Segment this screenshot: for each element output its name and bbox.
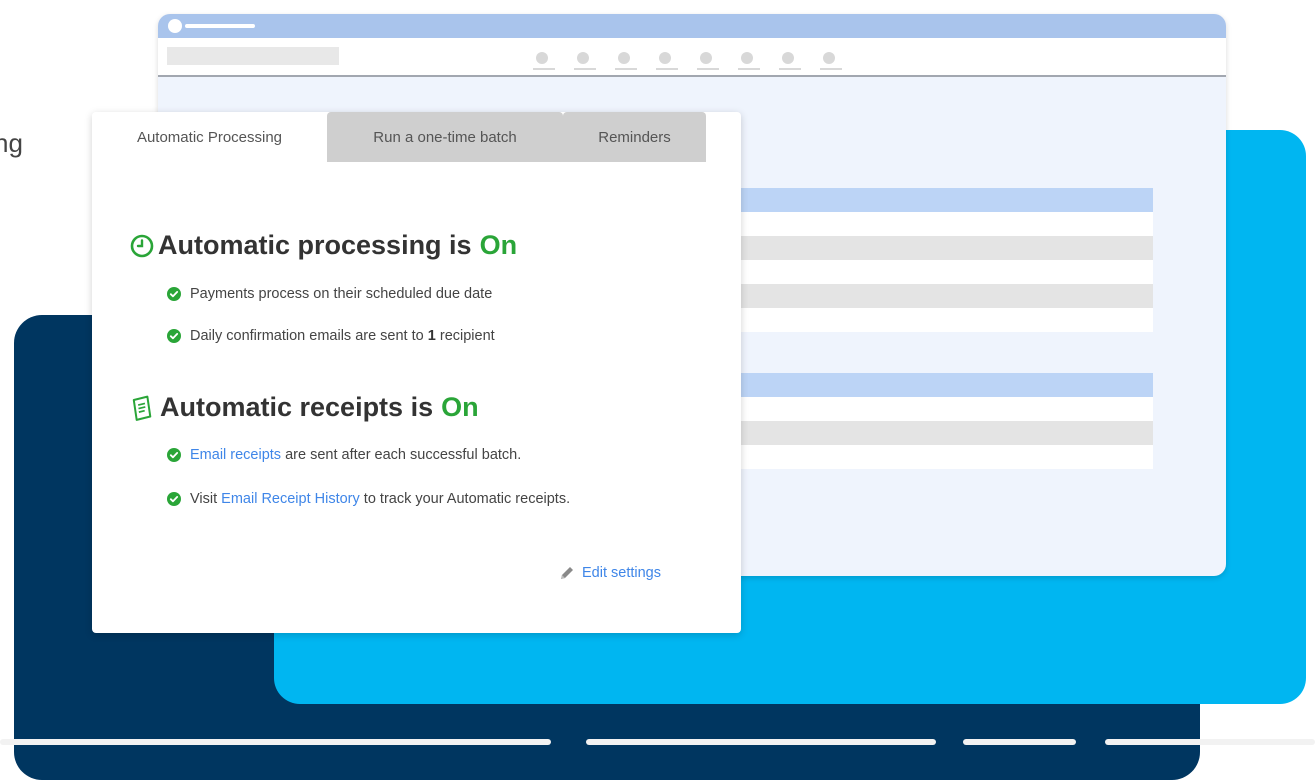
decorative-line: [963, 739, 1076, 745]
list-item: Payments process on their scheduled due …: [167, 286, 492, 302]
item-text: recipient: [439, 328, 495, 344]
receipts-status: On: [441, 392, 479, 422]
table-row: [740, 421, 1153, 445]
pencil-icon: [561, 567, 573, 579]
table-row: [740, 212, 1153, 236]
table-row: [740, 445, 1153, 469]
list-item: Visit Email Receipt History to track you…: [167, 491, 570, 507]
table-row: [740, 284, 1153, 308]
recipient-count: 1: [427, 328, 436, 344]
check-circle-icon: [167, 287, 181, 301]
item-text: to track your Automatic receipts.: [363, 491, 571, 507]
receipts-heading: Automatic receipts is On: [130, 392, 479, 423]
item-text: Daily confirmation emails are sent to: [190, 328, 424, 344]
decorative-line: [0, 739, 551, 745]
receipts-title: Automatic receipts is: [160, 392, 434, 422]
check-circle-icon: [167, 329, 181, 343]
nav-placeholder-item: [738, 52, 760, 72]
background-partial-text: ng: [0, 128, 23, 158]
decorative-line: [586, 739, 936, 745]
table-header-row: [740, 188, 1153, 212]
nav-placeholder-item: [697, 52, 719, 72]
placeholder-table: [740, 188, 1153, 332]
email-receipt-history-link[interactable]: Email Receipt History: [221, 491, 360, 507]
address-bar-placeholder: [167, 47, 339, 65]
item-text: Visit: [190, 491, 218, 507]
window-dot: [168, 19, 182, 33]
item-text: Payments process on their scheduled due …: [190, 286, 493, 302]
list-item: Email receipts are sent after each succe…: [167, 447, 521, 463]
nav-placeholder-item: [656, 52, 678, 72]
edit-settings-link[interactable]: Edit settings: [558, 564, 661, 582]
processing-status: On: [479, 230, 518, 260]
nav-placeholder-items: [533, 52, 842, 72]
processing-title: Automatic processing is: [158, 230, 472, 260]
item-text: are sent after each successful batch.: [285, 447, 522, 463]
table-row: [740, 236, 1153, 260]
nav-placeholder-item: [574, 52, 596, 72]
processing-heading: Automatic processing is On: [130, 230, 517, 261]
table-row: [740, 260, 1153, 284]
email-receipts-link[interactable]: Email receipts: [190, 447, 281, 463]
decorative-line: [1105, 739, 1315, 745]
nav-placeholder-item: [820, 52, 842, 72]
nav-placeholder-item: [533, 52, 555, 72]
table-row: [740, 397, 1153, 421]
browser-titlebar: [158, 14, 1226, 38]
receipt-icon: [130, 395, 156, 421]
placeholder-table: [740, 373, 1153, 469]
window-title-placeholder: [185, 24, 255, 28]
edit-settings-label: Edit settings: [582, 565, 661, 581]
settings-card: Automatic Processing Run a one-time batc…: [92, 112, 741, 633]
list-item: Daily confirmation emails are sent to 1 …: [167, 328, 495, 344]
tab-reminders[interactable]: Reminders: [563, 112, 706, 162]
table-row: [740, 308, 1153, 332]
clock-icon: [130, 234, 154, 258]
tab-run-one-time-batch[interactable]: Run a one-time batch: [327, 112, 563, 162]
check-circle-icon: [167, 448, 181, 462]
nav-placeholder-item: [615, 52, 637, 72]
tab-automatic-processing[interactable]: Automatic Processing: [92, 112, 327, 162]
table-header-row: [740, 373, 1153, 397]
browser-toolbar: [158, 38, 1226, 77]
tab-bar: Automatic Processing Run a one-time batc…: [92, 112, 741, 162]
nav-placeholder-item: [779, 52, 801, 72]
check-circle-icon: [167, 492, 181, 506]
